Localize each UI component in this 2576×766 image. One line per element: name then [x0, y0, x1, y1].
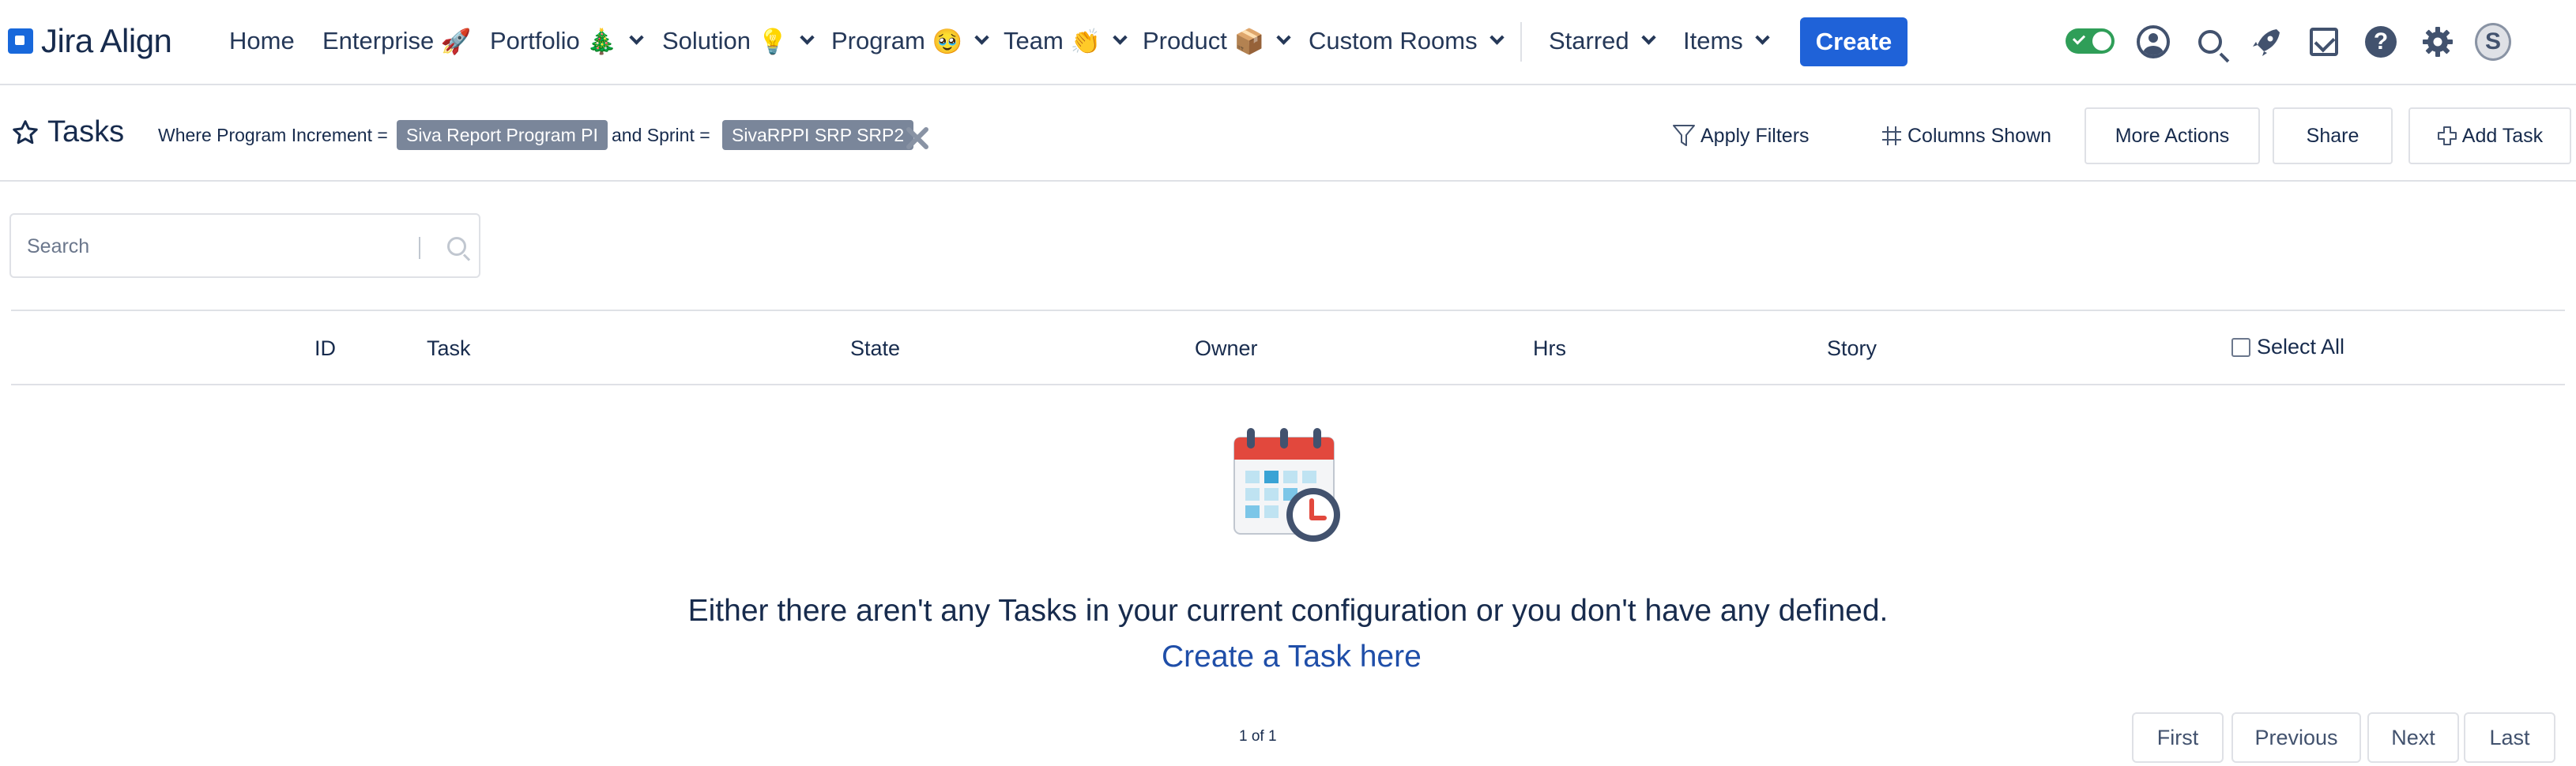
columns-shown-button[interactable]: Columns Shown	[1881, 122, 2051, 150]
chevron-down-icon	[1113, 29, 1128, 45]
filter-chip-sprint[interactable]: SivaRPPI SRP SRP2	[722, 120, 914, 150]
tasks-table-header: ID Task State Owner Hrs Story Select All	[11, 310, 2565, 385]
pagination-previous-button[interactable]: Previous	[2231, 712, 2361, 763]
check-icon	[2072, 32, 2086, 45]
pagination-next-button[interactable]: Next	[2367, 712, 2459, 763]
package-emoji-icon: 📦	[1233, 27, 1265, 55]
star-outline-icon[interactable]	[11, 118, 40, 147]
chevron-down-icon	[974, 29, 989, 45]
plus-icon	[2437, 126, 2457, 145]
tree-emoji-icon: 🎄	[586, 27, 617, 55]
chevron-down-icon	[629, 29, 644, 45]
filter-funnel-icon	[1673, 125, 1695, 146]
create-button[interactable]: Create	[1800, 17, 1908, 66]
nav-divider	[1520, 22, 1522, 62]
brand-logo-link[interactable]: Jira Align	[8, 17, 172, 65]
nav-item-label: Home	[229, 27, 295, 54]
column-header-id[interactable]: ID	[314, 336, 336, 361]
nav-item-items[interactable]: Items	[1683, 19, 1770, 63]
search-box	[9, 213, 480, 278]
apply-filters-label: Apply Filters	[1700, 124, 1810, 147]
pagination-first-button[interactable]: First	[2132, 712, 2224, 763]
nav-item-label: Program	[831, 27, 925, 54]
brand-name: Jira Align	[41, 22, 172, 59]
nav-item-custom-rooms[interactable]: Custom Rooms	[1309, 19, 1505, 63]
apply-filters-button[interactable]: Apply Filters	[1672, 122, 1810, 150]
user-avatar: S	[2475, 23, 2511, 61]
face-emoji-icon: 🥹	[932, 27, 963, 55]
select-all-checkbox[interactable]: Select All	[2231, 335, 2344, 359]
search-icon[interactable]	[447, 237, 466, 256]
jira-align-logo-icon	[8, 28, 33, 54]
nav-item-home[interactable]: Home	[229, 19, 295, 63]
settings-button[interactable]	[2420, 24, 2456, 60]
calendar-clock-icon	[1233, 428, 1340, 542]
nav-item-enterprise[interactable]: Enterprise 🚀	[322, 19, 472, 63]
nav-item-label: Team	[1004, 27, 1064, 54]
task-checkbox-icon	[2310, 28, 2338, 56]
help-icon: ?	[2365, 26, 2397, 58]
page-title: Tasks	[11, 115, 124, 149]
user-avatar-button[interactable]: S	[2475, 23, 2511, 61]
pagination-last-button[interactable]: Last	[2464, 712, 2555, 763]
clear-filters-close-icon[interactable]	[906, 126, 929, 150]
select-all-label: Select All	[2257, 335, 2345, 359]
nav-item-solution[interactable]: Solution 💡	[662, 19, 815, 63]
nav-item-portfolio[interactable]: Portfolio 🎄	[490, 19, 644, 63]
chevron-down-icon	[1755, 29, 1770, 45]
toggle-knob	[2092, 32, 2111, 51]
filter-sprint-label: and Sprint =	[612, 125, 710, 145]
global-search-button[interactable]	[2192, 24, 2228, 60]
notifications-rocket-icon	[2253, 29, 2280, 56]
columns-grid-icon	[1882, 126, 1901, 145]
nav-item-team[interactable]: Team 👏	[1004, 19, 1128, 63]
share-button[interactable]: Share	[2273, 107, 2393, 164]
tasks-button[interactable]	[2306, 24, 2342, 60]
user-profile-button[interactable]	[2135, 24, 2171, 60]
column-header-story[interactable]: Story	[1827, 336, 1877, 361]
empty-state-message: Either there aren't any Tasks in your cu…	[687, 594, 1889, 628]
rocket-emoji-icon: 🚀	[440, 27, 472, 55]
top-navigation-bar: Jira Align Home Enterprise 🚀 Portfolio 🎄…	[0, 0, 2576, 85]
chevron-down-icon	[800, 29, 815, 45]
notifications-button[interactable]	[2249, 24, 2285, 60]
chevron-down-icon	[1489, 29, 1505, 45]
user-profile-icon	[2137, 25, 2170, 58]
chevron-down-icon	[1640, 29, 1656, 45]
pagination-status: 1 of 1	[1239, 728, 1277, 745]
nav-item-label: Solution	[662, 27, 751, 54]
nav-item-label: Portfolio	[490, 27, 580, 54]
checkbox[interactable]	[2231, 337, 2250, 357]
chevron-down-icon	[1276, 29, 1291, 45]
filter-pi-label: Where Program Increment =	[158, 125, 388, 145]
nav-item-program[interactable]: Program 🥹	[831, 19, 989, 63]
search-divider	[419, 237, 420, 259]
clapping-emoji-icon: 👏	[1070, 27, 1102, 55]
columns-shown-label: Columns Shown	[1908, 124, 2052, 147]
page-header: Tasks Where Program Increment = Siva Rep…	[0, 87, 2576, 182]
search-icon	[2198, 30, 2222, 54]
filter-chip-program-increment[interactable]: Siva Report Program PI	[397, 120, 608, 150]
nav-item-starred[interactable]: Starred	[1549, 19, 1656, 63]
lightbulb-emoji-icon: 💡	[757, 27, 789, 55]
create-task-link[interactable]: Create a Task here	[1162, 640, 1422, 674]
toggle-switch[interactable]	[2066, 28, 2115, 54]
column-header-state[interactable]: State	[850, 336, 900, 361]
nav-item-label: Product	[1143, 27, 1227, 54]
more-actions-button[interactable]: More Actions	[2085, 107, 2260, 164]
nav-item-label: Custom Rooms	[1309, 27, 1478, 54]
nav-item-label: Enterprise	[322, 27, 435, 54]
help-button[interactable]: ?	[2363, 24, 2399, 60]
nav-item-label: Starred	[1549, 27, 1629, 54]
column-header-hrs[interactable]: Hrs	[1533, 336, 1566, 361]
page-title-text: Tasks	[47, 115, 125, 148]
search-input[interactable]	[27, 231, 406, 262]
column-header-owner[interactable]: Owner	[1195, 336, 1258, 361]
add-task-button[interactable]: Add Task	[2408, 107, 2571, 164]
nav-item-product[interactable]: Product 📦	[1143, 19, 1291, 63]
add-task-label: Add Task	[2461, 124, 2544, 147]
column-header-task[interactable]: Task	[427, 336, 471, 361]
nav-item-label: Items	[1683, 27, 1743, 54]
settings-gear-icon	[2423, 27, 2453, 57]
